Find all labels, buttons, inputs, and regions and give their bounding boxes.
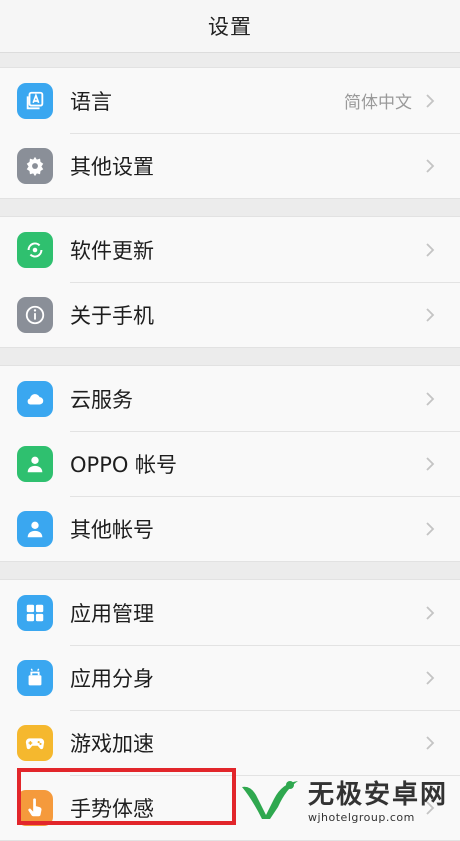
- chevron-right-icon: [418, 666, 442, 690]
- settings-item-software-update[interactable]: 软件更新: [0, 217, 460, 282]
- settings-item-label: 语言: [70, 89, 112, 114]
- gamepad-icon: [17, 724, 53, 761]
- chevron-right-icon: [418, 238, 442, 262]
- update-icon: [17, 231, 53, 268]
- watermark-title: 无极安卓网: [307, 780, 448, 810]
- chevron-right-icon: [418, 452, 442, 476]
- settings-item-label: 应用管理: [70, 601, 154, 626]
- settings-item-other-accounts[interactable]: 其他帐号: [0, 496, 460, 561]
- app-clone-icon: [17, 659, 53, 696]
- language-icon: [17, 82, 53, 119]
- settings-item-label: 应用分身: [70, 666, 154, 691]
- settings-item-app-management[interactable]: 应用管理: [0, 580, 460, 645]
- chevron-right-icon: [418, 517, 442, 541]
- chevron-right-icon: [418, 89, 442, 113]
- settings-item-label: 云服务: [70, 387, 133, 412]
- other-account-icon: [17, 510, 53, 547]
- highlight-box: [17, 768, 236, 825]
- gear-icon: [17, 147, 53, 184]
- apps-grid-icon: [17, 594, 53, 631]
- settings-item-label: 其他帐号: [70, 517, 154, 542]
- chevron-right-icon: [418, 154, 442, 178]
- cloud-icon: [17, 380, 53, 417]
- title-bar: 设置: [0, 0, 460, 53]
- watermark-url: wjhotelgroup.com: [307, 811, 415, 824]
- watermark-logo-icon: [241, 781, 298, 819]
- account-icon: [17, 445, 53, 482]
- settings-item-app-clone[interactable]: 应用分身: [0, 645, 460, 710]
- settings-item-oppo-account[interactable]: OPPO 帐号: [0, 431, 460, 496]
- settings-group-language: 语言 简体中文 其他设置: [0, 67, 460, 199]
- settings-item-label: 关于手机: [70, 303, 154, 328]
- chevron-right-icon: [418, 731, 442, 755]
- settings-group-system: 软件更新 关于手机: [0, 216, 460, 348]
- settings-item-cloud-service[interactable]: 云服务: [0, 366, 460, 431]
- watermark: 无极安卓网 wjhotelgroup.com: [238, 774, 448, 824]
- settings-item-label: 游戏加速: [70, 731, 154, 756]
- settings-item-language[interactable]: 语言 简体中文: [0, 68, 460, 133]
- settings-item-game-boost[interactable]: 游戏加速: [0, 710, 460, 775]
- settings-item-label: 软件更新: [70, 238, 154, 263]
- settings-group-accounts: 云服务 OPPO 帐号 其他帐号: [0, 365, 460, 562]
- chevron-right-icon: [418, 303, 442, 327]
- settings-item-other-settings[interactable]: 其他设置: [0, 133, 460, 198]
- settings-item-value: 简体中文: [344, 93, 412, 113]
- page-title: 设置: [208, 15, 252, 39]
- chevron-right-icon: [418, 601, 442, 625]
- settings-item-label: OPPO 帐号: [70, 452, 178, 477]
- chevron-right-icon: [418, 387, 442, 411]
- info-icon: [17, 296, 53, 333]
- settings-item-label: 其他设置: [70, 154, 154, 179]
- settings-item-about-phone[interactable]: 关于手机: [0, 282, 460, 347]
